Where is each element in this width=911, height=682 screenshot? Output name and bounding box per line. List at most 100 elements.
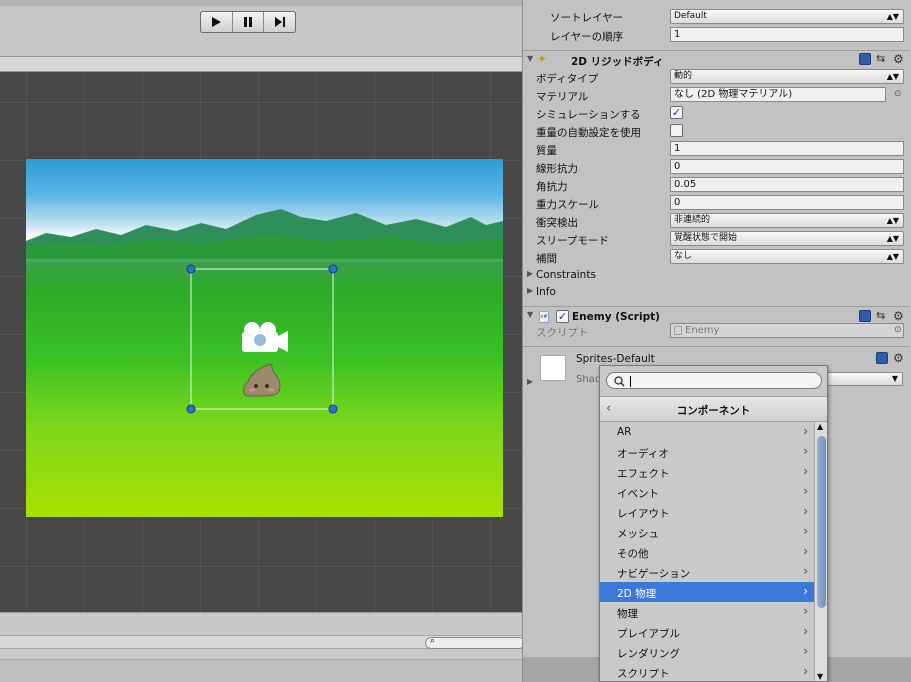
dropdown-arrow-icon: ▼	[891, 374, 898, 383]
component-category-item[interactable]: レイアウト ›	[600, 502, 814, 522]
preset-icon[interactable]: ⇆	[876, 53, 888, 65]
camera-icon	[242, 322, 288, 352]
info-label: Info	[536, 286, 556, 298]
property-label: 重量の自動設定を使用	[536, 127, 641, 139]
step-icon	[274, 17, 285, 27]
pause-button[interactable]	[233, 12, 265, 32]
dropdown-arrow-icon: ▲▼	[886, 216, 899, 225]
chevron-right-icon: ›	[803, 624, 808, 638]
chevron-right-icon: ›	[803, 604, 808, 618]
shader-dropdown[interactable]: ▼	[823, 372, 903, 386]
fold-closed-icon[interactable]: ▶	[527, 377, 533, 386]
rigidbody-icon: ✦	[537, 52, 548, 66]
property-label: 衝突検出	[536, 217, 578, 229]
sort-layer-label: ソートレイヤー	[550, 12, 624, 24]
rigidbody-row: マテリアル ⊙ なし (2D 物理マテリアル)	[523, 86, 909, 104]
component-category-item[interactable]: レンダリング ›	[600, 642, 814, 662]
fold-open-icon[interactable]: ▼	[527, 310, 533, 319]
chevron-right-icon: ›	[803, 484, 808, 498]
script-field: Enemy	[670, 323, 904, 338]
chevron-right-icon: ›	[803, 544, 808, 558]
dropdown-arrow-icon: ▲▼	[886, 72, 899, 81]
layer-order-row: レイヤーの順序 1	[523, 26, 909, 44]
component-category-item[interactable]: エフェクト ›	[600, 462, 814, 482]
chevron-right-icon: ›	[803, 524, 808, 538]
popup-header: ‹ コンポーネント	[600, 396, 827, 422]
component-search-input[interactable]	[606, 372, 822, 389]
search-icon	[614, 376, 625, 387]
rigidbody-row: 線形抗力 0	[523, 158, 909, 176]
component-category-item[interactable]: メッシュ ›	[600, 522, 814, 542]
property-field[interactable]: 0	[670, 195, 904, 210]
preset-icon[interactable]: ⇆	[876, 310, 888, 322]
property-field[interactable]: なし (2D 物理マテリアル)	[670, 87, 886, 102]
component-category-item[interactable]: イベント ›	[600, 482, 814, 502]
gear-icon[interactable]: ⚙	[893, 352, 905, 364]
popup-scrollbar[interactable]: ▲ ▼	[814, 422, 827, 681]
sort-layer-dropdown[interactable]: Default ▲▼	[670, 9, 904, 24]
property-dropdown[interactable]: 非連続的 ▲▼	[670, 213, 904, 228]
sort-layer-row: ソートレイヤー Default ▲▼	[523, 8, 909, 26]
fold-open-icon[interactable]: ▼	[527, 54, 533, 63]
help-book-icon[interactable]	[859, 310, 871, 322]
step-button[interactable]	[264, 12, 295, 32]
fold-closed-icon: ▶	[527, 269, 534, 278]
gear-icon[interactable]: ⚙	[893, 310, 905, 322]
property-label: マテリアル	[536, 91, 589, 103]
rigidbody-row: ボディタイプ 動的 ▲▼	[523, 68, 909, 86]
component-category-item[interactable]: プレイアブル ›	[600, 622, 814, 642]
material-preview	[540, 355, 566, 381]
property-label: スリープモード	[536, 235, 609, 247]
component-category-item[interactable]: その他 ›	[600, 542, 814, 562]
property-label: 角抗力	[536, 181, 568, 193]
fold-closed-icon: ▶	[527, 286, 534, 295]
chevron-right-icon: ›	[803, 564, 808, 578]
property-checkbox[interactable]	[670, 124, 683, 137]
rigidbody2d-header[interactable]: ▼ ✦ 2D リジッドボディ ⇆ ⚙	[523, 50, 909, 68]
search-icon: ⌕	[430, 636, 436, 646]
enemy-sprite[interactable]	[240, 362, 284, 398]
property-field[interactable]: 0	[670, 159, 904, 174]
property-dropdown[interactable]: なし ▲▼	[670, 249, 904, 264]
scroll-down-icon[interactable]: ▼	[817, 672, 823, 681]
scroll-up-icon[interactable]: ▲	[817, 422, 823, 431]
gear-icon[interactable]: ⚙	[893, 53, 905, 65]
component-category-item[interactable]: ナビゲーション ›	[600, 562, 814, 582]
property-field[interactable]: 1	[670, 141, 904, 156]
target-icon[interactable]: ⊙	[894, 325, 902, 335]
rigidbody-row: 衝突検出 非連続的 ▲▼	[523, 212, 909, 230]
property-checkbox[interactable]: ✓	[670, 106, 683, 119]
property-field[interactable]: 0.05	[670, 177, 904, 192]
project-search-input[interactable]: ⌕	[425, 636, 522, 649]
rigidbody-row: 質量 1	[523, 140, 909, 158]
component-category-item[interactable]: 2D 物理 ›	[600, 582, 814, 602]
rigidbody-row: 重力スケール 0	[523, 194, 909, 212]
handle-top-right	[328, 264, 338, 274]
layer-order-label: レイヤーの順序	[550, 31, 624, 43]
property-dropdown[interactable]: 動的 ▲▼	[670, 69, 904, 84]
component-category-item[interactable]: AR ›	[600, 422, 814, 442]
property-dropdown[interactable]: 覚醒状態で開始 ▲▼	[670, 231, 904, 246]
chevron-right-icon: ›	[803, 644, 808, 658]
dropdown-arrow-icon: ▲▼	[886, 12, 899, 21]
property-label: シミュレーションする	[536, 109, 641, 121]
chevron-right-icon: ›	[803, 504, 808, 518]
mountain-range	[26, 209, 503, 259]
help-book-icon[interactable]	[859, 53, 871, 65]
layer-order-field[interactable]: 1	[670, 27, 904, 42]
rigidbody-row: 重量の自動設定を使用	[523, 122, 909, 140]
component-category-item[interactable]: オーディオ ›	[600, 442, 814, 462]
script-file-icon	[674, 326, 682, 335]
play-button[interactable]	[201, 12, 233, 32]
scroll-thumb[interactable]	[817, 436, 826, 608]
constraints-foldout[interactable]: ▶ Constraints	[523, 266, 909, 284]
text-caret	[630, 376, 631, 387]
component-category-item[interactable]: スクリプト ›	[600, 662, 814, 682]
chevron-right-icon: ›	[803, 664, 808, 678]
component-category-item[interactable]: 物理 ›	[600, 602, 814, 622]
handle-top-left	[186, 264, 196, 274]
info-foldout[interactable]: ▶ Info	[523, 283, 909, 301]
target-icon[interactable]: ⊙	[894, 89, 902, 99]
help-book-icon[interactable]	[876, 352, 888, 364]
play-controls	[200, 11, 296, 33]
